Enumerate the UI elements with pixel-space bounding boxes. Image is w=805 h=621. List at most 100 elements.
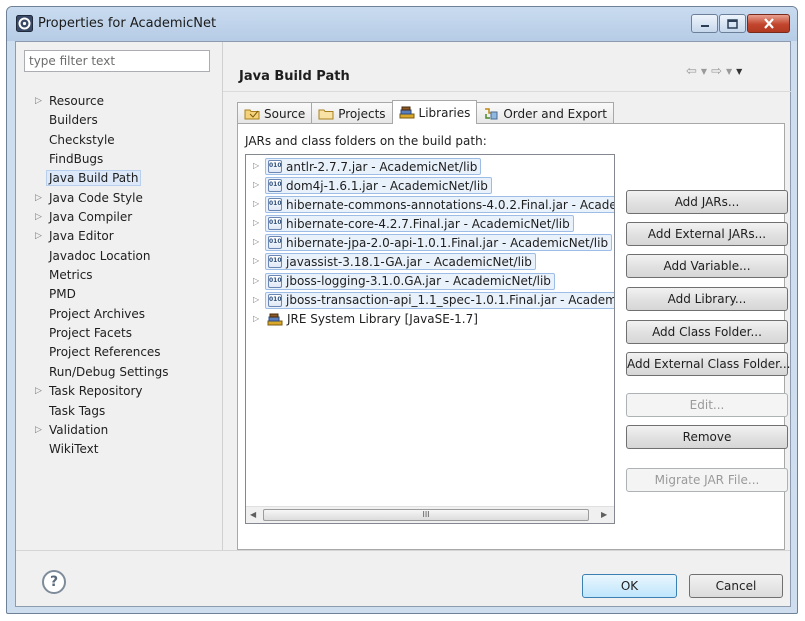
library-row[interactable]: ▷ 010 dom4j-1.6.1.jar - AcademicNet/lib — [246, 176, 614, 195]
expand-arrow-icon[interactable]: ▷ — [35, 189, 42, 208]
tree-item[interactable]: ▷ Task Repository — [24, 382, 214, 401]
help-icon[interactable]: ? — [42, 570, 66, 594]
library-row[interactable]: ▷ 010 antlr-2.7.7.jar - AcademicNet/lib — [246, 157, 614, 176]
tree-item[interactable]: ▷ Resource — [24, 92, 214, 111]
tree-sash[interactable] — [222, 42, 223, 550]
edit-button[interactable]: Edit... — [626, 393, 788, 417]
library-entry[interactable]: 010 javassist-3.18.1-GA.jar - AcademicNet… — [265, 253, 536, 271]
history-navigation: ⇦ ▼ ⇨ ▼ ▼ — [686, 64, 742, 79]
library-entry[interactable]: JRE System Library [JavaSE-1.7] — [265, 311, 481, 328]
expand-arrow-icon[interactable]: ▷ — [35, 421, 42, 440]
cancel-button[interactable]: Cancel — [689, 574, 783, 598]
tab-order-export[interactable]: Order and Export — [476, 102, 614, 124]
expand-arrow-icon[interactable]: ▷ — [253, 314, 259, 323]
tree-item[interactable]: Project Archives — [24, 305, 214, 324]
scrollbar-thumb[interactable]: III — [263, 509, 589, 521]
tree-item[interactable]: Javadoc Location — [24, 247, 214, 266]
tree-item[interactable]: WikiText — [24, 440, 214, 459]
maximize-icon — [727, 18, 738, 29]
add-class-folder-button[interactable]: Add Class Folder... — [626, 320, 788, 344]
library-row[interactable]: ▷ 010 jboss-transaction-api_1.1_spec-1.0.1… — [246, 291, 614, 310]
tree-item-label: Checkstyle — [49, 132, 115, 147]
tree-item[interactable]: ▷ Java Compiler — [24, 208, 214, 227]
horizontal-scrollbar[interactable]: ◀ III ▶ — [246, 506, 614, 523]
library-row[interactable]: ▷ 010 hibernate-jpa-2.0-api-1.0.1.Final.ja… — [246, 233, 614, 252]
tree-item[interactable]: FindBugs — [24, 150, 214, 169]
expand-arrow-icon[interactable]: ▷ — [253, 180, 259, 189]
libraries-icon — [399, 106, 415, 119]
library-label: JRE System Library [JavaSE-1.7] — [287, 312, 478, 327]
expand-arrow-icon[interactable]: ▷ — [35, 227, 42, 246]
library-entry[interactable]: 010 dom4j-1.6.1.jar - AcademicNet/lib — [265, 177, 492, 195]
tab-projects[interactable]: Projects — [311, 102, 393, 124]
library-entry[interactable]: 010 antlr-2.7.7.jar - AcademicNet/lib — [265, 158, 482, 175]
migrate-jar-button[interactable]: Migrate JAR File... — [626, 468, 788, 492]
library-row[interactable]: ▷ JRE System Library [JavaSE-1.7] — [246, 310, 614, 329]
expand-arrow-icon[interactable]: ▷ — [253, 276, 259, 285]
view-menu-icon[interactable]: ▼ — [736, 67, 742, 79]
tree-item[interactable]: Project Facets — [24, 324, 214, 343]
tree-item-label: Resource — [49, 94, 105, 108]
close-button[interactable] — [747, 14, 790, 33]
library-entry[interactable]: 010 jboss-logging-3.1.0.GA.jar - Academic… — [265, 272, 555, 290]
expand-arrow-icon[interactable]: ▷ — [253, 256, 259, 265]
library-entry[interactable]: 010 hibernate-commons-annotations-4.0.2.F… — [265, 196, 614, 214]
minimize-button[interactable] — [691, 14, 718, 33]
library-row[interactable]: ▷ 010 javassist-3.18.1-GA.jar - AcademicNe… — [246, 252, 614, 271]
library-row[interactable]: ▷ 010 jboss-logging-3.1.0.GA.jar - Academi… — [246, 272, 614, 291]
library-row[interactable]: ▷ 010 hibernate-commons-annotations-4.0.2.… — [246, 195, 614, 214]
expand-arrow-icon[interactable]: ▷ — [253, 237, 259, 246]
filter-input[interactable]: type filter text — [24, 50, 210, 72]
projects-folder-icon — [318, 109, 334, 120]
header-divider — [223, 91, 791, 92]
maximize-button[interactable] — [719, 14, 746, 33]
tree-item-label: Metrics — [49, 268, 93, 283]
tree-item[interactable]: ▷ Java Code Style — [24, 189, 214, 208]
add-external-jars-button[interactable]: Add External JARs... — [626, 222, 788, 246]
tree-item[interactable]: Project References — [24, 343, 214, 362]
ok-button[interactable]: OK — [582, 574, 677, 598]
tree-item[interactable]: Java Build Path — [24, 169, 214, 188]
expand-arrow-icon[interactable]: ▷ — [253, 161, 259, 170]
tree-item-label: Validation — [49, 422, 109, 437]
tree-item[interactable]: Checkstyle — [24, 131, 214, 150]
tree-item[interactable]: PMD — [24, 285, 214, 304]
back-dropdown-icon[interactable]: ▼ — [701, 67, 707, 79]
remove-button[interactable]: Remove — [626, 425, 788, 449]
forward-dropdown-icon[interactable]: ▼ — [726, 67, 732, 79]
libraries-list[interactable]: ▷ 010 antlr-2.7.7.jar - AcademicNet/lib ▷ 01… — [245, 154, 615, 524]
library-entry[interactable]: 010 jboss-transaction-api_1.1_spec-1.0.1.… — [265, 291, 615, 309]
add-variable-button[interactable]: Add Variable... — [626, 254, 788, 278]
tree-item[interactable]: ▷ Validation — [24, 421, 214, 440]
tab-source[interactable]: Source — [237, 102, 313, 124]
tab-libraries[interactable]: Libraries — [391, 100, 478, 124]
expand-arrow-icon[interactable]: ▷ — [253, 199, 259, 208]
library-row[interactable]: ▷ 010 hibernate-core-4.2.7.Final.jar - Aca… — [246, 214, 614, 233]
tree-item[interactable]: Builders — [24, 111, 214, 130]
tree-item[interactable]: ▷ Java Editor — [24, 227, 214, 246]
scroll-left-icon[interactable]: ◀ — [250, 510, 256, 519]
tree-item-label: Run/Debug Settings — [49, 364, 169, 379]
expand-arrow-icon[interactable]: ▷ — [253, 295, 259, 304]
expand-arrow-icon[interactable]: ▷ — [35, 382, 42, 401]
add-library-button[interactable]: Add Library... — [626, 287, 788, 311]
expand-arrow-icon[interactable]: ▷ — [253, 218, 259, 227]
add-jars-button[interactable]: Add JARs... — [626, 190, 788, 214]
library-label: jboss-transaction-api_1.1_spec-1.0.1.Fin… — [286, 293, 615, 308]
title-bar[interactable]: Properties for AcademicNet — [7, 7, 797, 41]
tree-item-label: FindBugs — [49, 152, 104, 167]
window-title: Properties for AcademicNet — [38, 16, 217, 31]
tree-item[interactable]: Metrics — [24, 266, 214, 285]
expand-arrow-icon[interactable]: ▷ — [35, 208, 42, 227]
expand-arrow-icon[interactable]: ▷ — [35, 92, 42, 111]
jar-icon: 010 — [268, 160, 282, 173]
scroll-right-icon[interactable]: ▶ — [601, 510, 607, 519]
tree-item[interactable]: Task Tags — [24, 402, 214, 421]
add-external-class-folder-button[interactable]: Add External Class Folder... — [626, 352, 790, 376]
jar-icon: 010 — [268, 179, 282, 193]
tree-item[interactable]: Run/Debug Settings — [24, 363, 214, 382]
library-entry[interactable]: 010 hibernate-core-4.2.7.Final.jar - Acad… — [265, 215, 574, 233]
library-entry[interactable]: 010 hibernate-jpa-2.0-api-1.0.1.Final.jar… — [265, 234, 613, 252]
back-arrow-icon[interactable]: ⇦ — [686, 64, 697, 79]
forward-arrow-icon[interactable]: ⇨ — [711, 64, 722, 79]
